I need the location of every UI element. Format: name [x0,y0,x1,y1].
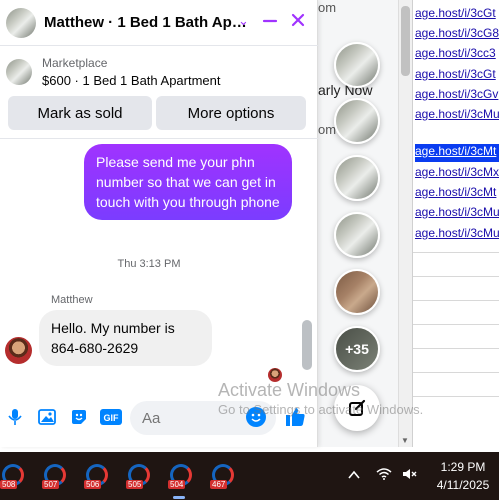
more-options-button[interactable]: More options [156,96,306,130]
chat-title[interactable]: Matthew · 1 Bed 1 Bath Ap… [44,14,247,31]
link-item[interactable]: age.host/i/3cGt [415,6,499,24]
link-item[interactable]: age.host/i/3cMu [415,205,499,223]
chat-scrollbar[interactable] [302,140,314,390]
scroll-down-icon[interactable]: ▼ [401,436,409,445]
chevron-down-icon[interactable]: ⌄ [238,13,249,29]
sticker-icon[interactable] [70,408,88,426]
taskbar-app-icon[interactable]: 508 [0,464,26,490]
chat-head[interactable] [334,42,380,88]
divider [413,372,499,373]
incoming-message: Hello. My number is 864-680-2629 [39,310,212,366]
avatar[interactable] [6,7,36,38]
wifi-icon[interactable] [376,468,392,483]
taskbar: 508 507 506 505 504 467 1:29 PM 4/11/202… [0,452,499,500]
divider [413,324,499,325]
avatar[interactable] [5,337,32,364]
link-item[interactable]: age.host/i/3cGt [415,67,499,85]
taskbar-app-icon[interactable]: 506 [84,464,110,490]
badge-count: 505 [126,480,144,489]
system-clock[interactable]: 1:29 PM 4/11/2025 [428,458,498,494]
chevron-up-icon[interactable] [348,468,360,483]
chat-head[interactable] [334,212,380,258]
chat-head[interactable] [334,269,380,315]
link-item[interactable]: age.host/i/3cMu [415,107,499,125]
link-item[interactable]: age.host/i/3cc3 [415,46,499,64]
clock-time: 1:29 PM [440,460,486,474]
taskbar-app-icon[interactable]: 504 [168,464,194,490]
mark-as-sold-button[interactable]: Mark as sold [8,96,152,130]
badge-count: 504 [168,480,186,489]
divider [413,396,499,397]
taskbar-app-icon[interactable]: 467 [210,464,236,490]
chat-head[interactable] [334,155,380,201]
badge-count: 467 [210,480,228,489]
divider [0,138,318,139]
activation-watermark-text: Go to Settings to activate Windows. [218,402,424,417]
marketplace-listing[interactable]: Marketplace $600 · 1 Bed 1 Bath Apartmen… [6,52,312,92]
taskbar-app-icon[interactable]: 505 [126,464,152,490]
gif-icon[interactable]: GIF [100,408,122,426]
link-item[interactable]: age.host/i/3cMt [415,185,499,203]
link-list-panel: age.host/i/3cGt age.host/i/3cG8 age.host… [412,0,499,447]
badge-count: 508 [0,480,18,489]
photo-icon[interactable] [38,408,56,426]
close-icon[interactable] [290,12,306,33]
outgoing-message: Please send me your phn number so that w… [84,144,292,220]
more-chats-bubble[interactable]: +35 [334,326,380,372]
taskbar-app-icon[interactable]: 507 [42,464,68,490]
marketplace-label: Marketplace [42,56,108,70]
sender-name: Matthew [51,294,93,306]
badge-count: 507 [42,480,60,489]
scrollbar-thumb[interactable] [401,6,410,76]
link-item[interactable]: age.host/i/3cMu [415,226,499,244]
message-timestamp: Thu 3:13 PM [117,258,181,270]
microphone-icon[interactable] [6,408,24,426]
link-item[interactable]: age.host/i/3cMx [415,165,499,183]
speaker-muted-icon[interactable] [402,468,418,483]
divider [413,300,499,301]
divider [413,348,499,349]
link-item-selected[interactable]: age.host/i/3cMt [415,144,499,162]
chat-head[interactable] [334,98,380,144]
clock-date: 4/11/2025 [436,478,490,492]
link-item[interactable]: age.host/i/3cGv [415,87,499,105]
listing-thumbnail [6,59,32,85]
scrollbar-thumb[interactable] [302,320,312,370]
divider [413,252,499,253]
listing-title: $600 · 1 Bed 1 Bath Apartment [42,73,221,88]
svg-text:GIF: GIF [104,413,120,423]
active-app-indicator [173,496,185,499]
divider [413,276,499,277]
minimize-icon[interactable] [262,12,278,33]
chat-header: Matthew · 1 Bed 1 Bath Ap… ⌄ [0,0,318,46]
link-item[interactable]: age.host/i/3cG8 [415,26,499,44]
activation-watermark-title: Activate Windows [218,380,361,400]
page-scrollbar[interactable]: ▼ [398,0,412,447]
badge-count: 506 [84,480,102,489]
